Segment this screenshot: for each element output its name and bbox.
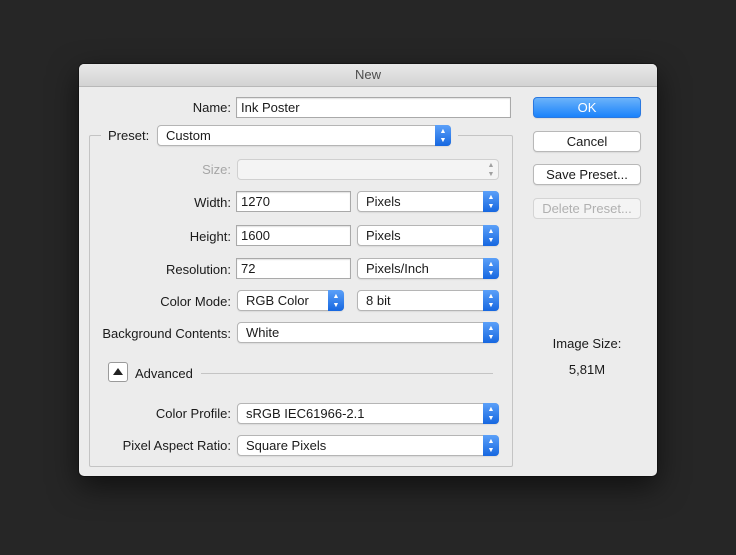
height-unit-value: Pixels — [366, 228, 401, 243]
advanced-disclosure-button[interactable] — [108, 362, 128, 382]
up-down-chevron-icon: ▲ ▼ — [483, 435, 499, 456]
save-preset-button[interactable]: Save Preset... — [533, 164, 641, 185]
color-mode-value: RGB Color — [246, 293, 309, 308]
up-down-chevron-icon: ▲ ▼ — [483, 322, 499, 343]
pixel-aspect-ratio-value: Square Pixels — [246, 438, 327, 453]
size-select: ▲ ▼ — [237, 159, 499, 180]
up-down-chevron-icon: ▲ ▼ — [483, 191, 499, 212]
pixel-aspect-ratio-label: Pixel Aspect Ratio: — [122, 438, 231, 453]
new-document-dialog: New Name: Ink Poster Preset: Custom ▲ ▼ S… — [79, 64, 657, 476]
image-size-value: 5,81M — [568, 362, 606, 377]
color-mode-select[interactable]: RGB Color ▲ ▼ — [237, 290, 344, 311]
up-down-chevron-icon: ▲ ▼ — [483, 225, 499, 246]
name-field[interactable]: Ink Poster — [236, 97, 511, 118]
height-field[interactable]: 1600 — [236, 225, 351, 246]
resolution-field[interactable]: 72 — [236, 258, 351, 279]
width-unit-value: Pixels — [366, 194, 401, 209]
preset-label: Preset: — [108, 128, 150, 143]
preset-value: Custom — [166, 128, 211, 143]
advanced-divider — [201, 373, 493, 374]
up-down-chevron-icon: ▲ ▼ — [483, 290, 499, 311]
image-size-label: Image Size: — [552, 336, 622, 351]
size-label: Size: — [202, 162, 231, 177]
up-down-chevron-icon: ▲ ▼ — [328, 290, 344, 311]
height-unit-select[interactable]: Pixels ▲ ▼ — [357, 225, 499, 246]
dialog-title: New — [79, 64, 657, 87]
advanced-label: Advanced — [135, 366, 193, 381]
up-down-chevron-icon: ▲ ▼ — [483, 258, 499, 279]
height-label: Height: — [189, 229, 231, 244]
preset-select[interactable]: Custom ▲ ▼ — [157, 125, 451, 146]
color-mode-label: Color Mode: — [160, 294, 231, 309]
color-profile-label: Color Profile: — [155, 406, 231, 421]
background-contents-label: Background Contents: — [102, 326, 231, 341]
width-field[interactable]: 1270 — [236, 191, 351, 212]
width-label: Width: — [194, 195, 231, 210]
background-contents-value: White — [246, 325, 280, 340]
ok-button[interactable]: OK — [533, 97, 641, 118]
resolution-unit-value: Pixels/Inch — [366, 261, 429, 276]
bit-depth-select[interactable]: 8 bit ▲ ▼ — [357, 290, 499, 311]
up-down-chevron-icon: ▲ ▼ — [435, 125, 451, 146]
background-contents-select[interactable]: White ▲ ▼ — [237, 322, 499, 343]
up-down-chevron-icon: ▲ ▼ — [483, 403, 499, 424]
name-label: Name: — [192, 100, 231, 115]
bit-depth-value: 8 bit — [366, 293, 391, 308]
color-profile-value: sRGB IEC61966-2.1 — [246, 406, 365, 421]
pixel-aspect-ratio-select[interactable]: Square Pixels ▲ ▼ — [237, 435, 499, 456]
cancel-button[interactable]: Cancel — [533, 131, 641, 152]
delete-preset-button: Delete Preset... — [533, 198, 641, 219]
resolution-unit-select[interactable]: Pixels/Inch ▲ ▼ — [357, 258, 499, 279]
width-unit-select[interactable]: Pixels ▲ ▼ — [357, 191, 499, 212]
color-profile-select[interactable]: sRGB IEC61966-2.1 ▲ ▼ — [237, 403, 499, 424]
up-down-chevron-icon: ▲ ▼ — [487, 161, 495, 178]
resolution-label: Resolution: — [165, 262, 231, 277]
